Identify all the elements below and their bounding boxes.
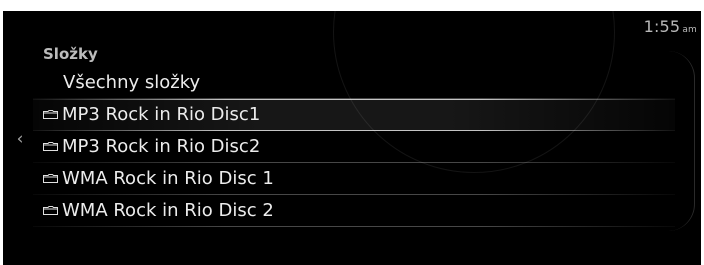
list-item-label: Všechny složky (63, 72, 201, 93)
list-item-label: WMA Rock in Rio Disc 1 (62, 168, 274, 189)
folder-icon (43, 174, 58, 183)
list-item[interactable]: WMA Rock in Rio Disc 2 (33, 195, 675, 227)
clock-time: 1:55 (643, 17, 681, 36)
chevron-left-icon: ‹ (16, 129, 24, 149)
list-item-all-folders[interactable]: Všechny složky (33, 67, 675, 99)
row-divider (33, 226, 675, 227)
infotainment-screen: 1:55 am ‹ Složky Všechny složky MP3 Rock … (3, 11, 701, 265)
list-item-label: WMA Rock in Rio Disc 2 (62, 200, 274, 221)
list-item[interactable]: MP3 Rock in Rio Disc1 (33, 99, 675, 131)
list-item-label: MP3 Rock in Rio Disc1 (62, 104, 261, 125)
folder-icon (43, 110, 58, 119)
folder-list: Všechny složky MP3 Rock in Rio Disc1 MP3… (33, 67, 675, 227)
list-item[interactable]: MP3 Rock in Rio Disc2 (33, 131, 675, 163)
list-item[interactable]: WMA Rock in Rio Disc 1 (33, 163, 675, 195)
folder-icon (43, 206, 58, 215)
folder-icon (43, 142, 58, 151)
clock-ampm: am (682, 25, 697, 35)
list-item-label: MP3 Rock in Rio Disc2 (62, 136, 261, 157)
page-title: Složky (43, 45, 98, 63)
clock: 1:55 am (644, 17, 697, 36)
back-button[interactable]: ‹ (10, 127, 30, 151)
